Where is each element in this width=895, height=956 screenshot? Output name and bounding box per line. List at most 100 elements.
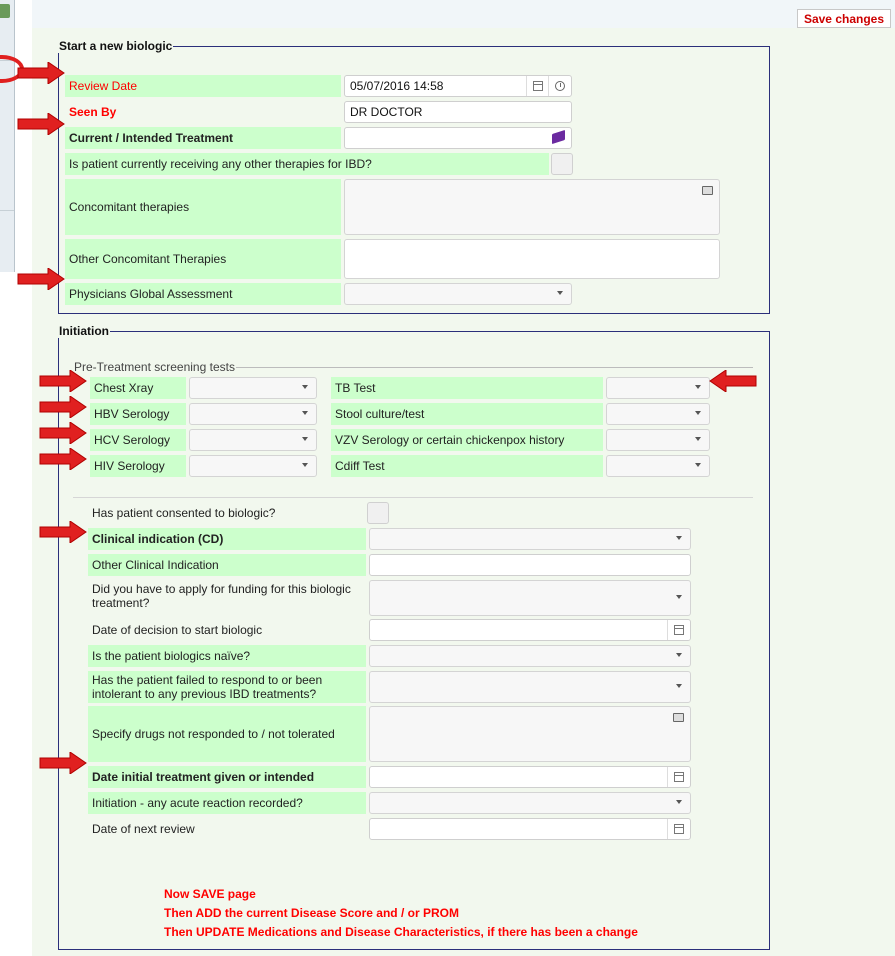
panel-tab-chip[interactable]	[0, 4, 10, 18]
annotation-arrow-right	[38, 448, 88, 470]
hbv-serology-label: HBV Serology	[90, 403, 186, 425]
other-therapies-label: Is patient currently receiving any other…	[65, 153, 549, 175]
chevron-down-icon	[676, 536, 682, 540]
tb-test-select[interactable]	[606, 377, 710, 399]
chevron-down-icon	[695, 385, 701, 389]
funding-label: Did you have to apply for funding for th…	[92, 582, 351, 610]
initial-treatment-date-label: Date initial treatment given or intended	[88, 766, 366, 788]
treatment-label: Current / Intended Treatment	[65, 127, 341, 149]
chevron-down-icon	[302, 437, 308, 441]
failed-treatments-select[interactable]	[369, 671, 691, 703]
chevron-down-icon	[676, 653, 682, 657]
biologics-naive-label: Is the patient biologics naïve?	[88, 645, 366, 667]
hcv-serology-label: HCV Serology	[90, 429, 186, 451]
next-review-date-input[interactable]	[369, 818, 691, 840]
vzv-serology-select[interactable]	[606, 429, 710, 451]
specify-drugs-label: Specify drugs not responded to / not tol…	[88, 706, 366, 762]
annotation-arrow-right	[38, 422, 88, 444]
initiation-section: Initiation Pre-Treatment screening tests…	[58, 324, 770, 950]
calendar-icon[interactable]	[667, 767, 690, 787]
divider	[0, 210, 14, 211]
save-changes-button[interactable]: Save changes	[796, 9, 891, 28]
section-legend: Start a new biologic	[59, 39, 173, 53]
decision-date-label: Date of decision to start biologic	[92, 623, 263, 637]
cdiff-test-select[interactable]	[606, 455, 710, 477]
tb-test-label: TB Test	[331, 377, 603, 399]
annotation-arrow-right	[38, 752, 88, 774]
stool-culture-label: Stool culture/test	[331, 403, 603, 425]
book-lookup-icon[interactable]	[552, 129, 565, 145]
group-legend: Pre-Treatment screening tests	[74, 360, 235, 374]
vzv-serology-label: VZV Serology or certain chickenpox histo…	[331, 429, 603, 451]
chevron-down-icon	[676, 684, 682, 688]
chevron-down-icon	[302, 411, 308, 415]
chevron-down-icon	[695, 463, 701, 467]
concomitant-label: Concomitant therapies	[65, 179, 341, 235]
biologic-form-page: Save changes Start a new biologic Review…	[32, 0, 895, 956]
chest-xray-label: Chest Xray	[90, 377, 186, 399]
annotation-arrow-left	[708, 370, 758, 392]
chevron-down-icon	[676, 595, 682, 599]
cdiff-test-label: Cdiff Test	[331, 455, 603, 477]
seen-by-value: DR DOCTOR	[350, 105, 423, 119]
left-panel-edge	[0, 0, 15, 272]
seen-by-label: Seen By	[69, 105, 117, 119]
top-toolbar: Save changes	[32, 0, 895, 28]
treatment-input[interactable]	[344, 127, 572, 149]
calendar-icon[interactable]	[667, 819, 690, 839]
instruction-add-score: Then ADD the current Disease Score and /…	[164, 906, 459, 920]
chevron-down-icon	[695, 437, 701, 441]
review-date-label: Review Date	[65, 75, 341, 97]
review-date-value: 05/07/2016 14:58	[350, 79, 444, 93]
chevron-down-icon	[557, 291, 563, 295]
expand-icon[interactable]	[702, 186, 713, 195]
chevron-down-icon	[695, 411, 701, 415]
clinical-indication-select[interactable]	[369, 528, 691, 550]
calendar-icon[interactable]	[526, 76, 549, 96]
chevron-down-icon	[302, 463, 308, 467]
stool-culture-select[interactable]	[606, 403, 710, 425]
other-concomitant-textarea[interactable]	[344, 239, 720, 279]
instruction-save: Now SAVE page	[164, 887, 256, 901]
chevron-down-icon	[676, 800, 682, 804]
other-therapies-checkbox[interactable]	[551, 153, 573, 175]
chest-xray-select[interactable]	[189, 377, 317, 399]
funding-select[interactable]	[369, 580, 691, 616]
instruction-update-medications: Then UPDATE Medications and Disease Char…	[164, 925, 638, 939]
annotation-arrow-right	[16, 62, 66, 84]
annotation-arrow-right	[16, 268, 66, 290]
hiv-serology-label: HIV Serology	[90, 455, 186, 477]
start-new-biologic-section: Start a new biologic Review Date 05/07/2…	[58, 39, 770, 314]
consent-label: Has patient consented to biologic?	[92, 506, 276, 520]
other-concomitant-label: Other Concomitant Therapies	[65, 239, 341, 279]
pga-label: Physicians Global Assessment	[65, 283, 341, 305]
acute-reaction-label: Initiation - any acute reaction recorded…	[88, 792, 366, 814]
annotation-arrow-right	[38, 370, 88, 392]
chevron-down-icon	[302, 385, 308, 389]
hbv-serology-select[interactable]	[189, 403, 317, 425]
annotation-arrow-right	[38, 521, 88, 543]
seen-by-input[interactable]: DR DOCTOR	[344, 101, 572, 123]
hiv-serology-select[interactable]	[189, 455, 317, 477]
initial-treatment-date-input[interactable]	[369, 766, 691, 788]
other-clinical-input[interactable]	[369, 554, 691, 576]
hcv-serology-select[interactable]	[189, 429, 317, 451]
specify-drugs-textarea[interactable]	[369, 706, 691, 762]
concomitant-textarea[interactable]	[344, 179, 720, 235]
decision-date-input[interactable]	[369, 619, 691, 641]
acute-reaction-select[interactable]	[369, 792, 691, 814]
pga-select[interactable]	[344, 283, 572, 305]
annotation-arrow-right	[38, 396, 88, 418]
failed-treatments-label: Has the patient failed to respond to or …	[88, 671, 366, 703]
section-legend: Initiation	[59, 324, 109, 338]
clock-icon[interactable]	[548, 76, 571, 96]
clinical-indication-label: Clinical indication (CD)	[88, 528, 366, 550]
annotation-arrow-right	[16, 113, 66, 135]
next-review-date-label: Date of next review	[92, 822, 195, 836]
expand-icon[interactable]	[673, 713, 684, 722]
review-date-input[interactable]: 05/07/2016 14:58	[344, 75, 572, 97]
consent-checkbox[interactable]	[367, 502, 389, 524]
calendar-icon[interactable]	[667, 620, 690, 640]
other-clinical-label: Other Clinical Indication	[88, 554, 366, 576]
biologics-naive-select[interactable]	[369, 645, 691, 667]
